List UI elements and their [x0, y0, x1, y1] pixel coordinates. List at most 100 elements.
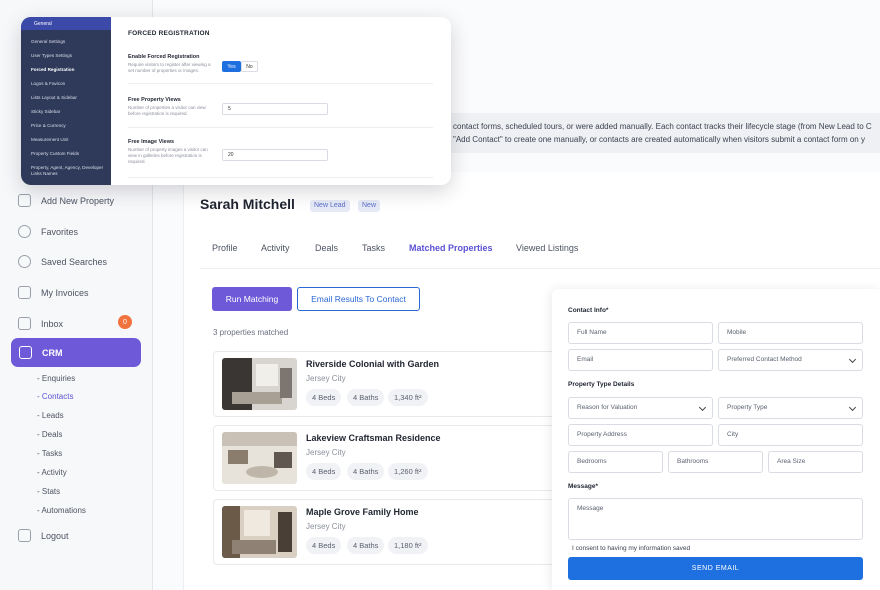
property-card[interactable]: Maple Grove Family Home Jersey City 4 Be…: [213, 499, 573, 565]
property-type-select[interactable]: Property Type: [718, 397, 863, 419]
sidebar-item-crm[interactable]: CRM: [11, 338, 141, 367]
free-property-views-label: Free Property Views: [128, 97, 181, 103]
settings-menu-user-types[interactable]: User Types Settings: [31, 53, 72, 59]
settings-menu-sticky-sidebar[interactable]: Sticky Sidebar: [31, 109, 60, 115]
full-name-field[interactable]: Full Name: [568, 322, 713, 344]
sidebar-item-inbox[interactable]: Inbox: [18, 317, 63, 330]
settings-overlay-card: General General Settings User Types Sett…: [21, 17, 451, 185]
tab-deals[interactable]: Deals: [315, 243, 338, 253]
sidebar-subitem-tasks[interactable]: - Tasks: [37, 449, 62, 458]
tab-tasks[interactable]: Tasks: [362, 243, 385, 253]
run-matching-button[interactable]: Run Matching: [212, 287, 292, 311]
free-image-views-desc: Number of property images a visitor can …: [128, 147, 208, 164]
settings-menu-custom-fields[interactable]: Property Custom Fields: [31, 151, 79, 157]
city-field[interactable]: City: [718, 424, 863, 446]
contact-name: Sarah Mitchell: [200, 196, 295, 212]
sidebar-subitem-stats[interactable]: - Stats: [37, 487, 60, 496]
sidebar-item-add-new-property[interactable]: Add New Property: [18, 194, 114, 207]
preferred-contact-select[interactable]: Preferred Contact Method: [718, 349, 863, 371]
baths-chip: 4 Baths: [347, 537, 385, 554]
sidebar-subitem-leads[interactable]: - Leads: [37, 411, 64, 420]
area-chip: 1,340 ft²: [388, 389, 428, 406]
settings-menu-link-names[interactable]: Property, Agent, Agency, Developer Links…: [31, 165, 106, 177]
sidebar-subitem-deals[interactable]: - Deals: [37, 430, 62, 439]
tab-activity[interactable]: Activity: [261, 243, 290, 253]
info-description: contact forms, scheduled tours, or were …: [440, 113, 880, 153]
area-chip: 1,180 ft²: [388, 537, 428, 554]
bedrooms-field[interactable]: Bedrooms: [568, 451, 663, 473]
sidebar-item-label: My Invoices: [41, 287, 89, 298]
property-card[interactable]: Lakeview Craftsman Residence Jersey City…: [213, 425, 573, 491]
property-thumbnail: [222, 358, 297, 410]
inbox-count-badge: 0: [118, 315, 132, 329]
property-city: Jersey City: [306, 448, 346, 457]
send-email-button[interactable]: SEND EMAIL: [568, 557, 863, 580]
status-badge: New Lead: [310, 200, 350, 212]
beds-chip: 4 Beds: [306, 537, 342, 554]
sidebar-item-label: CRM: [42, 347, 63, 358]
free-image-views-input[interactable]: 20: [222, 149, 328, 161]
settings-menu-price-currency[interactable]: Price & Currency: [31, 123, 66, 129]
sidebar-item-label: Inbox: [41, 318, 64, 329]
property-title[interactable]: Riverside Colonial with Garden: [306, 359, 439, 369]
email-field[interactable]: Email: [568, 349, 713, 371]
plus-square-icon: [18, 194, 31, 207]
yes-toggle-button[interactable]: Yes: [222, 61, 241, 72]
free-image-views-label: Free Image Views: [128, 139, 175, 145]
property-title[interactable]: Lakeview Craftsman Residence: [306, 433, 441, 443]
settings-sidebar-header: General: [21, 17, 111, 30]
property-title[interactable]: Maple Grove Family Home: [306, 507, 419, 517]
baths-chip: 4 Baths: [347, 463, 385, 480]
consent-label: I consent to having my information saved: [572, 545, 691, 552]
bathrooms-field[interactable]: Bathrooms: [668, 451, 763, 473]
tab-profile[interactable]: Profile: [212, 243, 238, 253]
sidebar-item-saved-searches[interactable]: Saved Searches: [18, 255, 107, 268]
property-address-field[interactable]: Property Address: [568, 424, 713, 446]
status-badge: New: [358, 200, 381, 212]
email-results-button[interactable]: Email Results To Contact: [297, 287, 420, 311]
settings-divider: [128, 177, 433, 178]
settings-menu-lists-layout[interactable]: Lists Layout & Sidebar: [31, 95, 77, 101]
sidebar-subitem-contacts[interactable]: - Contacts: [37, 392, 73, 401]
info-line: contact forms, scheduled tours, or were …: [453, 122, 872, 131]
property-card[interactable]: Riverside Colonial with Garden Jersey Ci…: [213, 351, 573, 417]
no-toggle-button[interactable]: No: [241, 61, 258, 72]
sidebar-item-label: Favorites: [41, 226, 79, 237]
reason-select[interactable]: Reason for Valuation: [568, 397, 713, 419]
sidebar-subitem-automations[interactable]: - Automations: [37, 506, 86, 515]
logout-icon: [18, 529, 31, 542]
property-thumbnail: [222, 432, 297, 484]
settings-header-label: General: [34, 21, 52, 27]
settings-menu-forced-registration[interactable]: Forced Registration: [31, 67, 74, 73]
message-field[interactable]: Message: [568, 498, 863, 540]
search-icon: [18, 255, 31, 268]
mobile-field[interactable]: Mobile: [718, 322, 863, 344]
sidebar-item-favorites[interactable]: Favorites: [18, 225, 78, 238]
settings-menu-measurement[interactable]: Measurement Unit: [31, 137, 69, 143]
area-size-field[interactable]: Area Size: [768, 451, 863, 473]
tab-matched-properties[interactable]: Matched Properties: [409, 243, 493, 253]
sidebar-subitem-enquiries[interactable]: - Enquiries: [37, 374, 75, 383]
sidebar-item-logout[interactable]: Logout: [18, 529, 69, 542]
sidebar-subitem-activity[interactable]: - Activity: [37, 468, 67, 477]
settings-divider: [128, 83, 433, 84]
tab-viewed-listings[interactable]: Viewed Listings: [516, 243, 578, 253]
sidebar-item-label: Logout: [41, 530, 69, 541]
free-property-views-input[interactable]: 5: [222, 103, 328, 115]
property-city: Jersey City: [306, 374, 346, 383]
tabs-divider: [200, 268, 880, 269]
enable-forced-label: Enable Forced Registration: [128, 54, 200, 60]
settings-menu-logos[interactable]: Logos & Favicon: [31, 81, 65, 87]
property-thumbnail: [222, 506, 297, 558]
property-details-label: Property Type Details: [568, 381, 635, 388]
info-line: "Add Contact" to create one manually, or…: [453, 135, 865, 144]
heart-icon: [18, 225, 31, 238]
consent-checkbox[interactable]: I consent to having my information saved: [572, 545, 690, 552]
beds-chip: 4 Beds: [306, 389, 342, 406]
beds-chip: 4 Beds: [306, 463, 342, 480]
baths-chip: 4 Baths: [347, 389, 385, 406]
settings-menu-general[interactable]: General Settings: [31, 39, 65, 45]
message-label: Message*: [568, 483, 598, 490]
sidebar-item-label: Add New Property: [41, 195, 115, 206]
sidebar-item-my-invoices[interactable]: My Invoices: [18, 286, 89, 299]
